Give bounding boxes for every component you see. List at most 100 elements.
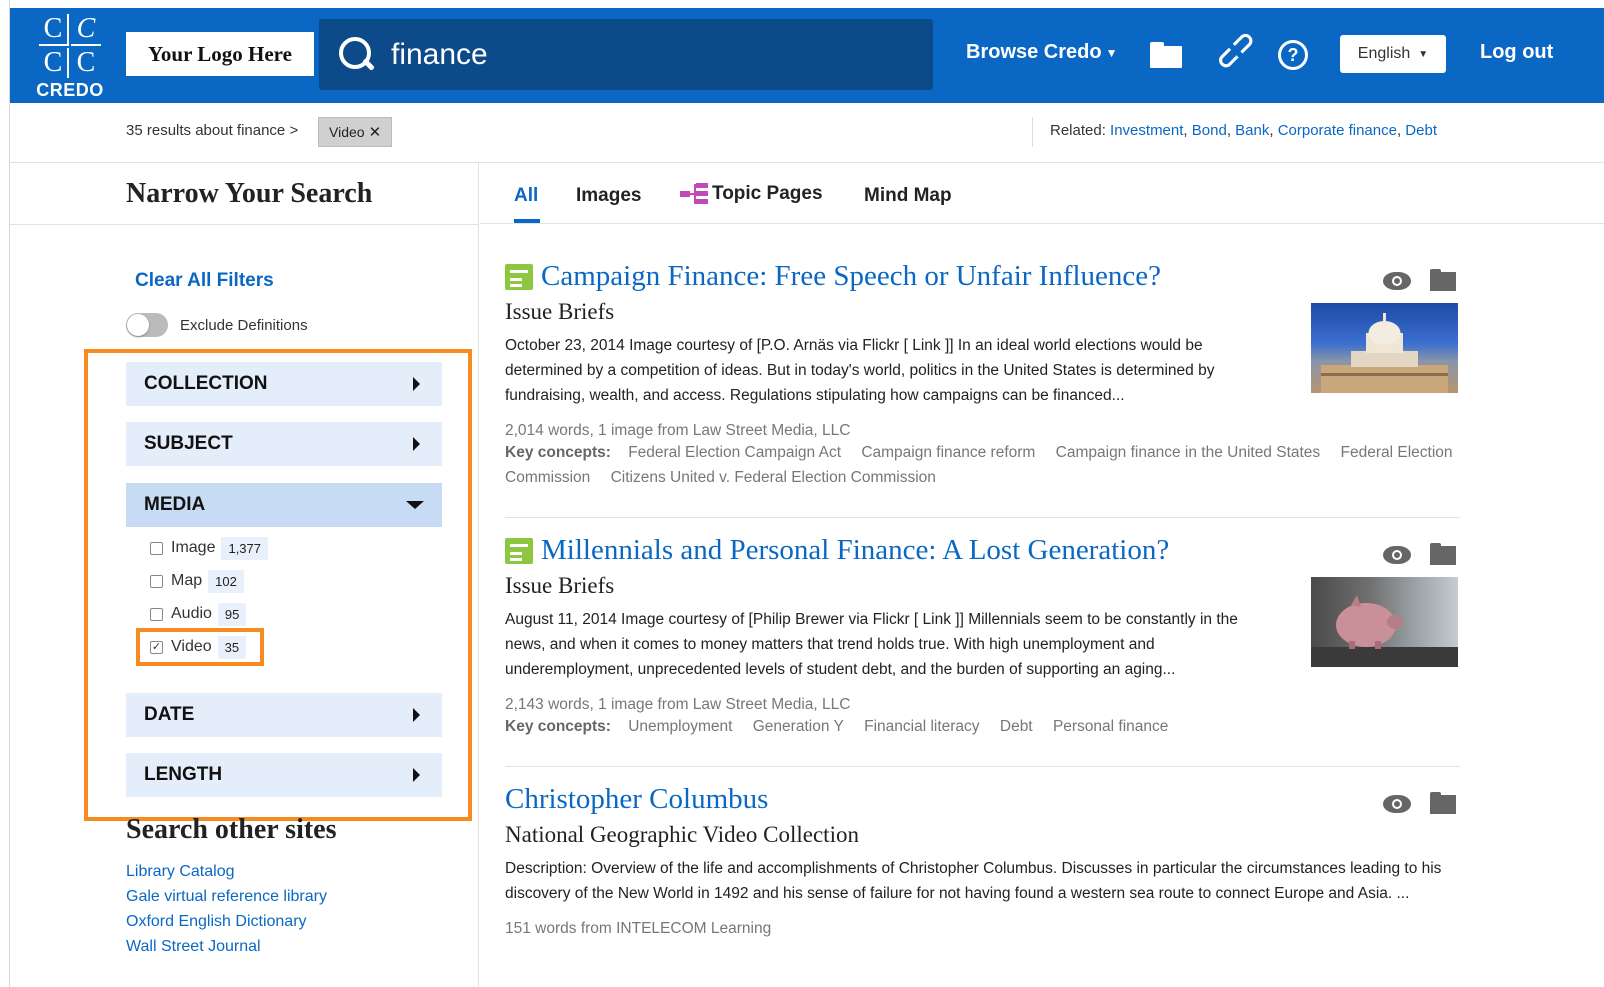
tab-topic-pages[interactable]: Topic Pages [680, 183, 823, 205]
count-badge: 102 [208, 569, 244, 593]
chevron-right-icon [413, 377, 420, 391]
help-icon[interactable]: ? [1278, 40, 1308, 70]
tab-all[interactable]: All [514, 185, 538, 207]
facet-media[interactable]: MEDIA [126, 483, 442, 527]
result-thumbnail-image[interactable] [1311, 303, 1458, 393]
result-description: Description: Overview of the life and ac… [505, 860, 1442, 902]
results-bar: 35 results about finance > Video ✕ Relate… [10, 103, 1604, 163]
preview-eye-icon[interactable] [1383, 546, 1411, 564]
result-description: August 11, 2014 Image courtesy of [Phili… [505, 611, 1238, 678]
folder-icon[interactable] [1148, 38, 1182, 72]
result-title[interactable]: Christopher Columbus [505, 783, 1460, 816]
piggy-bank-image [1311, 595, 1458, 667]
other-site-link[interactable]: Gale virtual reference library [126, 888, 327, 906]
related-link[interactable]: Bond [1192, 122, 1227, 139]
credo-logo[interactable]: C C C C CREDO [32, 14, 108, 101]
key-concept-link[interactable]: Citizens United v. Federal Election Comm… [611, 469, 936, 486]
tab-images[interactable]: Images [576, 185, 641, 207]
search-input[interactable] [391, 37, 891, 72]
divider [10, 224, 479, 225]
credo-wordmark: CREDO [36, 80, 104, 100]
issue-brief-icon [505, 263, 533, 290]
preview-eye-icon[interactable] [1383, 795, 1411, 813]
facet-label: LENGTH [144, 764, 223, 785]
result-title[interactable]: Campaign Finance: Free Speech or Unfair … [505, 260, 1460, 293]
result-tabs: All Images Topic Pages Mind Map [480, 163, 1604, 224]
divider [505, 766, 1460, 767]
logo-letter: C [39, 14, 69, 46]
language-select[interactable]: English ▼ [1340, 35, 1446, 73]
other-site-link[interactable]: Library Catalog [126, 863, 235, 881]
clear-all-filters-link[interactable]: Clear All Filters [135, 270, 274, 292]
logout-link[interactable]: Log out [1480, 41, 1553, 64]
result-item: Christopher Columbus National Geographic… [505, 783, 1460, 938]
divider [505, 517, 1460, 518]
highlight-box [136, 628, 264, 666]
sidebar-title: Narrow Your Search [126, 178, 373, 209]
caret-down-icon: ▼ [1105, 45, 1118, 60]
related-link[interactable]: Debt [1405, 122, 1437, 139]
window-left-border [0, 0, 10, 987]
tab-mind-map[interactable]: Mind Map [864, 185, 952, 207]
search-icon[interactable] [337, 35, 377, 75]
media-option-map[interactable]: Map 102 [150, 568, 244, 594]
other-site-link[interactable]: Wall Street Journal [126, 938, 261, 956]
chevron-down-icon [406, 501, 424, 509]
key-concept-link[interactable]: Debt [1000, 718, 1033, 735]
active-filter-chip[interactable]: Video ✕ [318, 117, 393, 147]
checkbox[interactable] [150, 607, 163, 621]
key-concept-link[interactable]: Campaign finance in the United States [1056, 444, 1321, 461]
credo-logo-mark: C C C C [32, 14, 108, 78]
preview-eye-icon[interactable] [1383, 272, 1411, 290]
link-icon[interactable]: ⊂⊃ [1207, 23, 1263, 79]
facet-date[interactable]: DATE [126, 693, 442, 737]
facet-subject[interactable]: SUBJECT [126, 422, 442, 466]
topic-pages-icon [680, 183, 708, 205]
close-icon[interactable]: ✕ [369, 123, 382, 141]
result-title-text[interactable]: Christopher Columbus [505, 783, 768, 816]
count-badge: 1,377 [221, 536, 269, 560]
logo-letter: C [76, 47, 96, 78]
result-title-text[interactable]: Millennials and Personal Finance: A Lost… [541, 534, 1169, 567]
key-concept-link[interactable]: Personal finance [1053, 718, 1168, 735]
result-meta: 151 words from INTELECOM Learning [505, 920, 772, 937]
institution-logo: Your Logo Here [126, 32, 314, 76]
save-folder-icon[interactable] [1430, 269, 1456, 291]
active-tab-indicator [514, 219, 540, 223]
related-link[interactable]: Corporate finance [1278, 122, 1397, 139]
media-option-label: Image [171, 539, 216, 556]
exclude-definitions-toggle[interactable] [126, 313, 168, 337]
filter-sidebar: Narrow Your Search Clear All Filters Exc… [10, 163, 479, 987]
result-thumbnail-image[interactable] [1311, 577, 1458, 667]
media-option-label: Map [171, 572, 203, 589]
result-meta: 2,014 words, 1 image from Law Street Med… [505, 422, 851, 439]
related-link[interactable]: Bank [1235, 122, 1269, 139]
checkbox[interactable] [150, 574, 163, 588]
facet-length[interactable]: LENGTH [126, 753, 442, 797]
related-link[interactable]: Investment [1110, 122, 1183, 139]
other-site-link[interactable]: Oxford English Dictionary [126, 913, 307, 931]
facet-collection[interactable]: COLLECTION [126, 362, 442, 406]
key-concept-link[interactable]: Unemployment [628, 718, 732, 735]
facet-label: SUBJECT [144, 433, 233, 454]
key-concept-link[interactable]: Federal Election Campaign Act [628, 444, 841, 461]
key-concept-link[interactable]: Campaign finance reform [861, 444, 1035, 461]
media-option-audio[interactable]: Audio 95 [150, 601, 247, 627]
media-option-label: Audio [171, 605, 212, 622]
browse-credo-menu[interactable]: Browse Credo ▼ [966, 41, 1117, 64]
media-option-image[interactable]: Image 1,377 [150, 535, 269, 561]
window-top-border [0, 0, 1604, 8]
facet-label: MEDIA [144, 494, 206, 515]
key-concept-link[interactable]: Financial literacy [864, 718, 979, 735]
save-folder-icon[interactable] [1430, 792, 1456, 814]
result-title[interactable]: Millennials and Personal Finance: A Lost… [505, 534, 1460, 567]
language-label: English [1357, 45, 1411, 62]
save-folder-icon[interactable] [1430, 543, 1456, 565]
result-title-text[interactable]: Campaign Finance: Free Speech or Unfair … [541, 260, 1161, 293]
search-bar [319, 19, 933, 90]
results-count: 35 results about finance > [126, 122, 299, 139]
result-meta: 2,143 words, 1 image from Law Street Med… [505, 696, 851, 713]
key-concept-link[interactable]: Generation Y [753, 718, 844, 735]
highlight-box [84, 349, 472, 821]
checkbox[interactable] [150, 541, 163, 555]
